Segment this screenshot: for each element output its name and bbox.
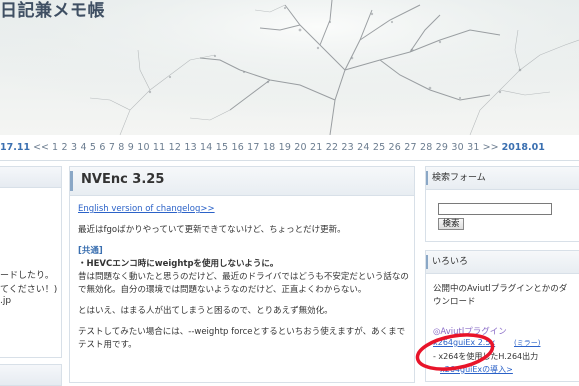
- post-title[interactable]: NVEnc 3.25: [81, 172, 164, 187]
- misc-intro: 公開中のAviutlプラグインとかのダ: [433, 284, 568, 294]
- blog-post: NVEnc 3.25 English version of changelog>…: [69, 166, 415, 383]
- post-title-bar: NVEnc 3.25: [70, 167, 414, 196]
- misc-title: いろいろ: [432, 257, 469, 267]
- blog-header: 日記兼メモ帳: [0, 0, 579, 135]
- heading-accent: [426, 255, 428, 269]
- blog-title[interactable]: 日記兼メモ帳: [0, 0, 105, 22]
- search-form-box: 検索フォーム 検索: [425, 166, 579, 242]
- next-arrow: >>: [482, 142, 499, 153]
- english-changelog-link[interactable]: English version of changelog>>: [78, 204, 215, 214]
- section-heading: [共通]: [78, 246, 103, 256]
- misc-heading: いろいろ: [426, 251, 579, 274]
- post-paragraph: とはいえ、はまる人が出てしまうと困るので、とりあえず無効化。: [78, 306, 333, 316]
- post-paragraph: 最近はfgoばかりやっていて更新できてないけど、ちょっとだけ更新。: [78, 225, 346, 235]
- nav-divider: [0, 160, 579, 161]
- post-paragraph: 昔は問題なく動いたと思うのだけど、最近のドライバではどうも不安定だという話なの: [78, 272, 409, 282]
- left-text-line: てください！): [0, 285, 58, 295]
- prev-arrow: <<: [33, 142, 50, 153]
- next-month-link[interactable]: 2018.01: [502, 142, 545, 153]
- search-form-heading: 検索フォーム: [426, 167, 579, 190]
- misc-intro: ウンロード: [433, 297, 476, 307]
- search-button[interactable]: 検索: [438, 218, 464, 230]
- day-links[interactable]: 1 2 3 4 5 6 7 8 9 10 11 12 13 14 15 16 1…: [52, 142, 480, 153]
- post-body: English version of changelog>> 最近はfgoばかり…: [78, 203, 409, 352]
- left-box-header: [0, 167, 61, 188]
- left-text-line: .jp: [0, 296, 12, 306]
- month-navigation: 17.11 << 1 2 3 4 5 6 7 8 9 10 11 12 13 1…: [0, 138, 579, 158]
- post-paragraph: テストしてみたい場合には、--weightp forceとするといちおう使えます…: [78, 327, 406, 337]
- x264guiex-install-link[interactable]: x264guiExの導入>: [440, 364, 513, 375]
- title-accent: [70, 171, 73, 191]
- prev-month-link[interactable]: 17.11: [0, 142, 30, 153]
- post-paragraph: で無効化。自分の環境では問題ないようなのだけど、正直よくわからない。: [78, 285, 367, 295]
- search-input[interactable]: [438, 203, 552, 215]
- post-bullet: ・HEVCエンコ時にweightpを使用しないように。: [78, 259, 279, 269]
- left-text-line: ードしたり。: [0, 271, 54, 281]
- mirror-link[interactable]: (ミラー): [514, 338, 540, 348]
- left-sidebar-box-2: [0, 364, 62, 386]
- left-sidebar: ードしたり。 てください！) .jp: [0, 166, 62, 386]
- x264guiex-description: - x264を使用したH.264出力: [433, 352, 539, 361]
- post-paragraph: テスト用です。: [78, 340, 137, 350]
- search-form-title: 検索フォーム: [432, 173, 486, 183]
- misc-box: いろいろ 公開中のAviutlプラグインとかのダ ウンロード: [425, 250, 579, 382]
- x264guiex-link[interactable]: x264guiEx 2.5x: [433, 338, 495, 347]
- heading-accent: [426, 171, 428, 185]
- aviutl-plugins-heading: ◎Aviutlプラグイン: [433, 327, 507, 337]
- left-sidebar-box: [0, 166, 62, 358]
